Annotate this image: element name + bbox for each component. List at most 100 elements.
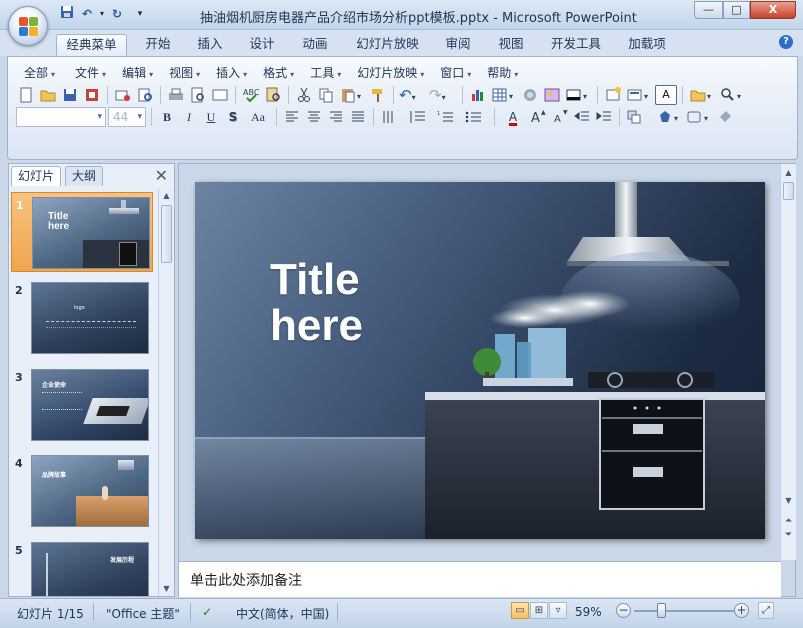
notes-pane[interactable]: 单击此处添加备注 [179, 561, 781, 597]
research-icon[interactable] [263, 85, 283, 105]
numbering-icon[interactable]: 1 [435, 107, 461, 127]
slideshow-view-button[interactable]: ▿ [549, 602, 567, 619]
font-color-button[interactable]: A [500, 107, 526, 127]
menu-format[interactable]: 格式 ▾ [257, 64, 300, 82]
scroll-up-icon[interactable]: ▲ [159, 189, 174, 203]
slide-view-icon[interactable] [210, 85, 230, 105]
attachment-icon[interactable] [135, 85, 155, 105]
language-indicator[interactable]: 中文(简体，中国) [236, 605, 329, 622]
shrink-font-icon[interactable]: A ▼ [550, 107, 570, 127]
tab-slides[interactable]: 幻灯片 [11, 166, 62, 186]
folder-icon[interactable]: ▾ [688, 85, 716, 105]
paint-bucket-icon[interactable] [715, 107, 735, 127]
menu-tools[interactable]: 工具 ▾ [304, 64, 347, 82]
slide-thumbnail-5[interactable]: 5 发展历程 [11, 538, 153, 596]
slide-sorter-view-button[interactable]: ⊞ [530, 602, 548, 619]
grow-font-icon[interactable]: A ▲ [528, 107, 548, 127]
print-icon[interactable] [166, 85, 186, 105]
insert-clipart-icon[interactable] [520, 85, 540, 105]
office-button[interactable] [8, 6, 48, 46]
slide-thumbnail-1[interactable]: 1 Title here [11, 192, 153, 272]
menu-all[interactable]: 全部 ▾ [18, 64, 61, 82]
background-color-icon[interactable]: ▾ [564, 85, 592, 105]
align-center-icon[interactable] [304, 107, 324, 127]
permission-icon[interactable] [82, 85, 102, 105]
insert-chart-icon[interactable] [468, 85, 488, 105]
format-painter-icon[interactable] [368, 85, 388, 105]
current-slide[interactable]: Title here [195, 182, 765, 539]
spellcheck-icon[interactable]: ✓ [202, 605, 212, 619]
menu-window[interactable]: 窗口 ▾ [434, 64, 477, 82]
search-icon[interactable]: ▾ [718, 85, 746, 105]
scrollbar-thumb[interactable] [161, 205, 172, 263]
font-name-combo[interactable] [16, 107, 106, 127]
scroll-up-icon[interactable]: ▲ [781, 166, 796, 180]
change-case-button[interactable]: Aa [245, 107, 271, 127]
tab-animation[interactable]: 动画 [295, 34, 335, 56]
maximize-button[interactable]: □ [723, 1, 750, 19]
tab-design[interactable]: 设计 [242, 34, 282, 56]
zoom-out-button[interactable]: − [616, 603, 631, 618]
email-icon[interactable] [113, 85, 133, 105]
tab-view[interactable]: 视图 [491, 34, 531, 56]
text-shadow-button[interactable]: S [223, 107, 243, 127]
paste-icon[interactable]: ▾ [338, 85, 366, 105]
slide-scrollbar[interactable]: ▲ ▼ ⏶ ⏷ [780, 164, 796, 560]
justify-icon[interactable] [348, 107, 368, 127]
close-icon[interactable]: ✕ [155, 166, 168, 185]
redo-icon[interactable]: ↷▾ [429, 85, 457, 105]
menu-edit[interactable]: 编辑 ▾ [116, 64, 159, 82]
menu-slideshow[interactable]: 幻灯片放映 ▾ [351, 64, 430, 82]
new-slide-icon[interactable] [603, 85, 623, 105]
next-slide-icon[interactable]: ⏷ [781, 528, 796, 542]
zoom-slider-thumb[interactable] [657, 603, 666, 618]
tab-classic-menu[interactable]: 经典菜单 [56, 34, 127, 56]
scrollbar-thumb[interactable] [783, 182, 794, 200]
shape-fill-icon[interactable]: ▾ [685, 107, 713, 127]
fit-to-window-icon[interactable]: ⤢ [758, 602, 774, 619]
menu-help[interactable]: 帮助 ▾ [481, 64, 524, 82]
close-button[interactable]: X [750, 1, 796, 19]
text-direction-icon[interactable] [379, 107, 405, 127]
save-icon[interactable] [60, 85, 80, 105]
undo-icon[interactable]: ↶ [79, 5, 95, 23]
tab-review[interactable]: 审阅 [438, 34, 478, 56]
tab-addins[interactable]: 加载项 [620, 34, 674, 56]
text-box-icon[interactable]: A [655, 85, 677, 105]
thumbnails-scrollbar[interactable]: ▲ ▼ [158, 189, 174, 596]
minimize-button[interactable]: — [694, 1, 723, 19]
undo-icon[interactable]: ↶▾ [399, 85, 427, 105]
line-spacing-icon[interactable] [407, 107, 433, 127]
bold-button[interactable]: B [157, 107, 177, 127]
bullets-icon[interactable] [463, 107, 489, 127]
decrease-indent-icon[interactable] [572, 107, 592, 127]
help-icon[interactable]: ? [779, 35, 793, 49]
slide-thumbnail-4[interactable]: 4 品牌故事 [11, 451, 153, 531]
italic-button[interactable]: I [179, 107, 199, 127]
print-preview-icon[interactable] [188, 85, 208, 105]
underline-button[interactable]: U [201, 107, 221, 127]
increase-indent-icon[interactable] [594, 107, 614, 127]
previous-slide-icon[interactable]: ⏶ [781, 514, 796, 528]
slide-layout-icon[interactable]: ▾ [625, 85, 653, 105]
align-left-icon[interactable] [282, 107, 302, 127]
undo-dropdown-icon[interactable]: ▾ [98, 5, 106, 23]
zoom-in-button[interactable]: + [734, 603, 749, 618]
scroll-down-icon[interactable]: ▼ [781, 494, 796, 508]
menu-view[interactable]: 视图 ▾ [163, 64, 206, 82]
zoom-level[interactable]: 59% [575, 605, 602, 619]
tab-insert[interactable]: 插入 [190, 34, 230, 56]
scroll-down-icon[interactable]: ▼ [159, 582, 174, 596]
menu-file[interactable]: 文件 ▾ [69, 64, 112, 82]
normal-view-button[interactable]: ▭ [511, 602, 529, 619]
tab-slideshow[interactable]: 幻灯片放映 [350, 34, 425, 56]
insert-table-icon[interactable]: ▾ [490, 85, 518, 105]
shapes-icon[interactable]: ▾ [655, 107, 683, 127]
tab-home[interactable]: 开始 [138, 34, 178, 56]
insert-picture-icon[interactable] [542, 85, 562, 105]
open-folder-icon[interactable] [38, 85, 58, 105]
arrange-icon[interactable] [625, 107, 653, 127]
new-document-icon[interactable] [16, 85, 36, 105]
customize-qat-icon[interactable]: ▾ [135, 5, 145, 23]
slide-thumbnail-3[interactable]: 3 企业使命 [11, 365, 153, 445]
